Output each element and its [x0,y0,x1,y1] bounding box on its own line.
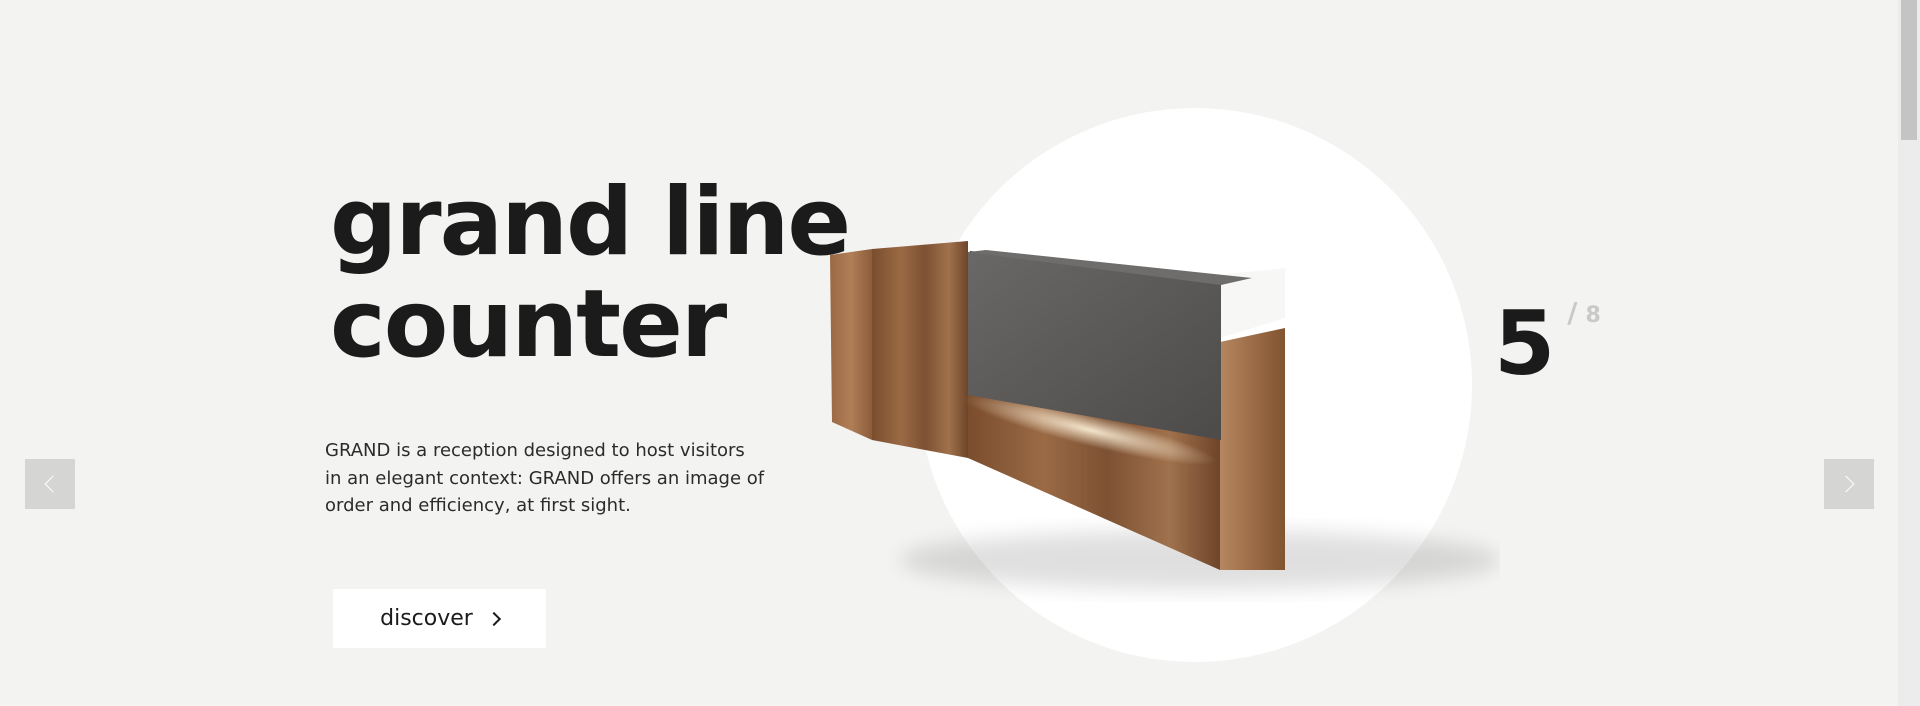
chevron-right-icon [486,611,501,627]
discover-button-label: discover [380,606,473,631]
slide-description: GRAND is a reception designed to host vi… [325,440,765,516]
slide-title-line-2: counter [330,270,727,379]
scrollbar-thumb[interactable] [1901,0,1917,140]
chevron-left-icon [44,475,62,493]
prev-slide-button[interactable] [25,459,75,509]
slide-title-line-1: grand line [330,168,851,277]
chevron-right-icon [1837,475,1855,493]
slide-counter-total: 8 [1585,303,1601,328]
next-slide-button[interactable] [1824,459,1874,509]
hero-slide: grand line counter GRAND is a reception … [0,0,1898,706]
page-scrollbar[interactable] [1898,0,1920,706]
discover-button[interactable]: discover [333,589,546,648]
slide-counter-separator: / [1567,296,1578,329]
reception-counter-image [830,241,1500,590]
slide-counter: 5 / 8 [1494,292,1601,395]
slide-counter-current: 5 [1494,292,1555,395]
slide-title: grand line counter [330,168,851,379]
